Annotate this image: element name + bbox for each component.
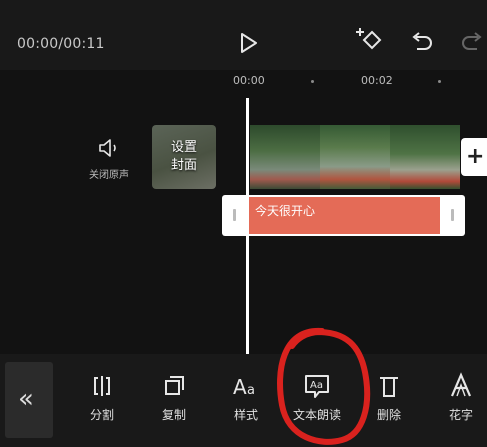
text-clip[interactable]: 今天很开心 [222, 195, 465, 236]
split-icon [94, 376, 110, 396]
add-clip-button[interactable]: + [461, 138, 487, 176]
copy-button[interactable]: 复制 [146, 362, 202, 438]
text-style-label: 样式 [233, 408, 258, 422]
ruler-mark-0: 00:00 [233, 74, 265, 87]
delete-button[interactable]: 删除 [361, 362, 417, 438]
text-to-speech-icon: Aa [305, 375, 329, 398]
svg-text:A: A [233, 375, 247, 399]
playback-time: 00:00/00:11 [17, 36, 105, 52]
fancy-text-button[interactable]: 花字 [433, 362, 487, 438]
video-thumbnail [390, 125, 460, 189]
redo-icon[interactable] [458, 30, 486, 56]
video-thumbnail [320, 125, 390, 189]
undo-icon[interactable] [408, 30, 436, 56]
text-to-speech-label: 文本朗读 [292, 408, 341, 422]
copy-icon [165, 376, 184, 395]
trim-handle-left[interactable] [233, 209, 236, 221]
ruler-dot [311, 80, 314, 83]
split-button[interactable]: 分割 [74, 362, 130, 438]
ruler-dot [438, 80, 441, 83]
double-chevron-left-icon: « [18, 384, 34, 414]
bottom-toolbar: « 分割 复制 A a 样式 Aa 文本朗读 删除 花字 [0, 354, 487, 447]
cover-label-line2: 封面 [170, 158, 197, 173]
fancy-text-icon [450, 372, 472, 397]
cover-label-line1: 设置 [170, 140, 197, 155]
copy-label: 复制 [161, 408, 186, 422]
plus-icon: + [466, 144, 485, 169]
play-icon[interactable] [236, 31, 260, 55]
mute-original-audio-button[interactable]: 关闭原声 [86, 138, 132, 188]
keyframe-add-icon[interactable] [352, 26, 386, 56]
delete-icon [380, 377, 398, 397]
text-to-speech-button[interactable]: Aa 文本朗读 [289, 362, 345, 438]
collapse-toolbar-button[interactable]: « [5, 362, 53, 438]
speaker-icon [99, 139, 116, 157]
text-clip-label: 今天很开心 [255, 204, 316, 218]
text-style-button[interactable]: A a 样式 [218, 362, 274, 438]
text-style-icon: A a [233, 375, 255, 399]
set-cover-button[interactable]: 设置 封面 [152, 125, 216, 189]
svg-text:a: a [247, 383, 255, 398]
playhead[interactable] [246, 98, 249, 354]
split-label: 分割 [89, 408, 114, 422]
trim-handle-right[interactable] [451, 209, 454, 221]
video-thumbnail [250, 125, 320, 189]
mute-label: 关闭原声 [89, 170, 129, 181]
ruler-mark-1: 00:02 [361, 74, 393, 87]
video-clip-track[interactable] [250, 125, 460, 189]
delete-label: 删除 [376, 408, 401, 422]
top-bar: 00:00/00:11 [0, 0, 487, 70]
svg-text:Aa: Aa [310, 380, 323, 391]
fancy-text-label: 花字 [448, 408, 473, 422]
